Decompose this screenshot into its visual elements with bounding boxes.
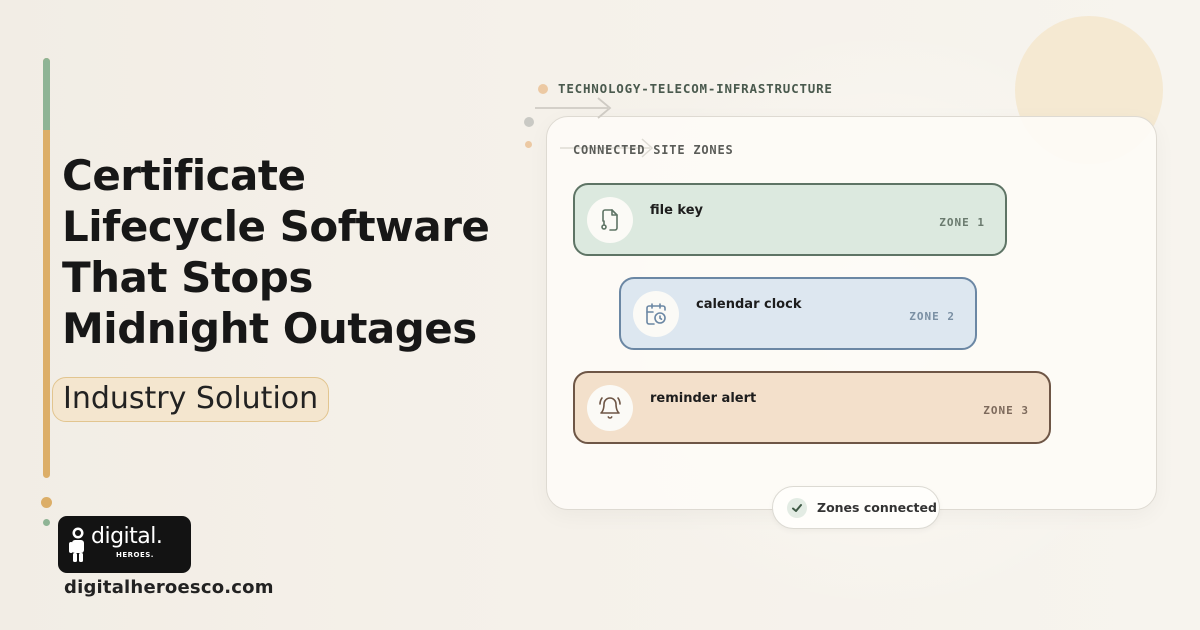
page-headline: Certificate Lifecycle Software That Stop… <box>62 150 532 354</box>
zone-card-1[interactable]: file key ZONE 1 <box>573 183 1007 256</box>
zone-name: calendar clock <box>696 297 802 312</box>
hero-figure-icon <box>69 527 84 562</box>
zone-icon-badge <box>633 291 679 337</box>
zone-card-2[interactable]: calendar clock ZONE 2 <box>619 277 977 350</box>
zone-icon-badge <box>587 385 633 431</box>
zone-card-3[interactable]: reminder alert ZONE 3 <box>573 371 1051 444</box>
headline-line: That Stops <box>62 253 313 302</box>
decorative-dot <box>43 519 50 526</box>
logo-subtitle: HEROES. <box>116 551 154 559</box>
website-url[interactable]: digitalheroesco.com <box>64 577 274 598</box>
card-title: CONNECTED SITE ZONES <box>573 143 734 157</box>
zone-name: reminder alert <box>650 391 757 406</box>
zone-name: file key <box>650 203 704 218</box>
status-text: Zones connected <box>817 500 937 515</box>
zone-label: ZONE 3 <box>983 404 1029 417</box>
zone-label: ZONE 2 <box>909 310 955 323</box>
status-badge: Zones connected <box>772 486 940 529</box>
file-key-icon <box>601 209 618 231</box>
status-check-badge <box>787 498 807 518</box>
bell-alert-icon <box>599 397 621 419</box>
decorative-dot <box>41 497 52 508</box>
zone-icon-badge <box>587 197 633 243</box>
check-icon <box>792 504 802 512</box>
logo-wordmark: digital. <box>91 524 163 549</box>
industry-solution-badge: Industry Solution <box>52 377 330 422</box>
headline-line: Lifecycle Software <box>62 202 490 251</box>
zone-label: ZONE 1 <box>939 216 985 229</box>
brand-logo[interactable]: digital. HEROES. <box>58 516 191 573</box>
accent-bar-top <box>43 58 50 130</box>
headline-line: Certificate <box>62 151 306 200</box>
headline-line: Midnight Outages <box>62 304 477 353</box>
calendar-clock-icon <box>646 303 666 325</box>
